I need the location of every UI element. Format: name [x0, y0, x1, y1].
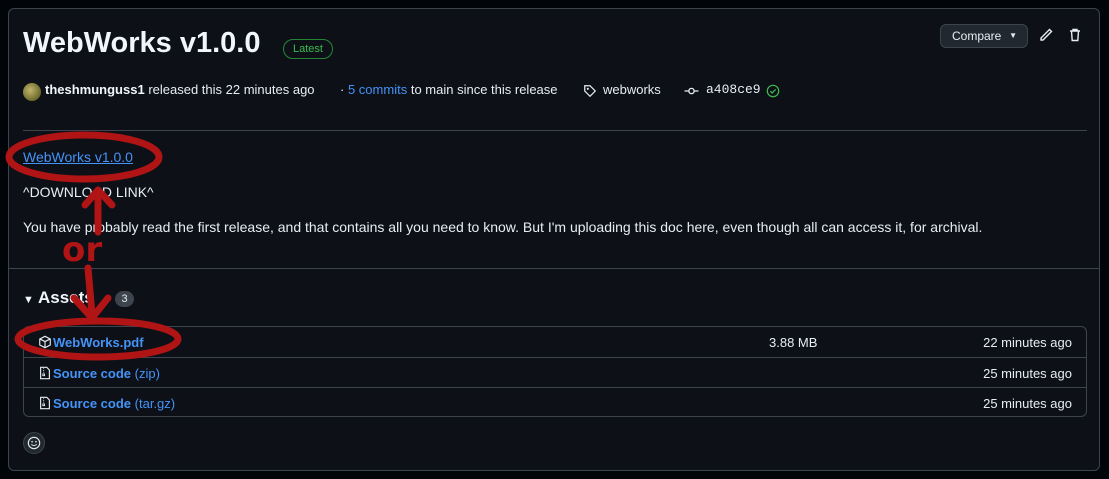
- commits-link[interactable]: 5 commits: [348, 82, 407, 97]
- add-reaction-button[interactable]: [23, 432, 45, 454]
- asset-row[interactable]: Source code (zip) 25 minutes ago: [24, 357, 1086, 387]
- triangle-down-icon: ▼: [23, 294, 34, 306]
- latest-badge: Latest: [283, 39, 333, 59]
- asset-ext: (zip): [134, 366, 160, 381]
- smiley-icon: [27, 436, 41, 450]
- release-body-link[interactable]: WebWorks v1.0.0: [23, 149, 133, 165]
- commits-prefix: ·: [340, 82, 345, 97]
- assets-toggle[interactable]: ▼ Assets: [23, 288, 94, 308]
- divider: [23, 130, 1087, 131]
- file-zip-icon: [40, 396, 50, 410]
- git-commit-icon: [684, 87, 699, 95]
- asset-time: 25 minutes ago: [983, 366, 1072, 381]
- asset-row[interactable]: Source code (tar.gz) 25 minutes ago: [24, 387, 1086, 417]
- commits-meta: · 5 commits to main since this release: [340, 82, 558, 97]
- commit-sha[interactable]: a408ce9: [706, 82, 761, 97]
- package-icon: [39, 335, 51, 349]
- asset-link[interactable]: WebWorks.pdf: [53, 335, 144, 350]
- asset-link[interactable]: Source code (zip): [53, 366, 160, 381]
- asset-time: 25 minutes ago: [983, 396, 1072, 411]
- author-link[interactable]: theshmunguss1: [45, 82, 145, 97]
- asset-name: WebWorks.pdf: [53, 335, 144, 350]
- download-line: ^DOWNLOAD LINK^: [23, 184, 154, 200]
- asset-row[interactable]: WebWorks.pdf 3.88 MB 22 minutes ago: [24, 327, 1086, 357]
- assets-heading: Assets: [37, 288, 94, 307]
- compare-label: Compare: [952, 29, 1002, 43]
- release-description: You have probably read the first release…: [23, 219, 983, 235]
- release-card: WebWorks v1.0.0 Latest Compare ▼ theshmu…: [8, 8, 1100, 471]
- asset-link[interactable]: Source code (tar.gz): [53, 396, 175, 411]
- release-meta: theshmunguss1 released this 22 minutes a…: [45, 82, 315, 97]
- asset-size: 3.88 MB: [769, 335, 818, 350]
- asset-ext: (tar.gz): [134, 396, 176, 411]
- released-text: released this 22 minutes ago: [148, 82, 315, 97]
- avatar[interactable]: [23, 83, 41, 101]
- commits-suffix: to main since this release: [410, 82, 558, 97]
- release-title: WebWorks v1.0.0: [23, 27, 261, 59]
- asset-name: Source code: [53, 396, 132, 411]
- asset-time: 22 minutes ago: [983, 335, 1072, 350]
- assets-count: 3: [115, 291, 134, 307]
- pencil-icon[interactable]: [1038, 27, 1054, 43]
- asset-name: Source code: [53, 366, 132, 381]
- tag-icon: [584, 85, 597, 98]
- compare-button[interactable]: Compare ▼: [940, 24, 1028, 48]
- divider: [9, 268, 1099, 269]
- check-circle-icon: [766, 84, 780, 98]
- file-zip-icon: [40, 366, 50, 380]
- tag-link[interactable]: webworks: [603, 82, 661, 97]
- trash-icon[interactable]: [1067, 27, 1083, 43]
- assets-list: WebWorks.pdf 3.88 MB 22 minutes ago Sour…: [23, 326, 1087, 417]
- triangle-down-icon: ▼: [1009, 31, 1017, 40]
